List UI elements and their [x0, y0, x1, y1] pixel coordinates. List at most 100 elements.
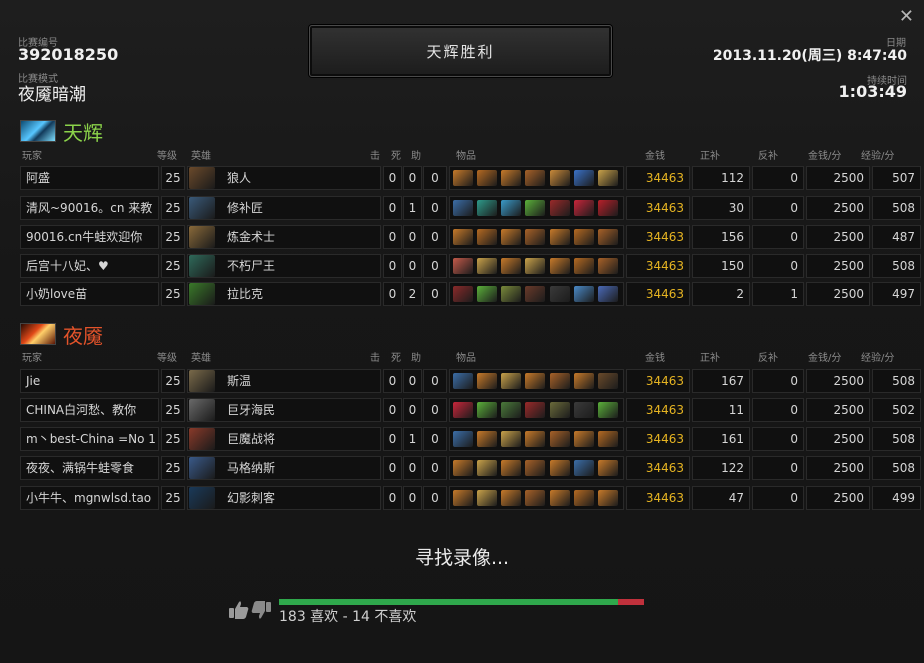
item-icon[interactable]	[477, 373, 497, 389]
cell-player[interactable]: 90016.cn牛蛙欢迎你	[20, 225, 159, 249]
item-icon[interactable]	[525, 286, 545, 302]
item-icon[interactable]	[477, 490, 497, 506]
item-icon[interactable]	[550, 286, 570, 302]
item-icon[interactable]	[550, 170, 570, 186]
cell-hero[interactable]: 不朽尸王	[187, 254, 381, 278]
cell-hero[interactable]: 幻影刺客	[187, 486, 381, 510]
item-icon[interactable]	[574, 490, 594, 506]
item-icon[interactable]	[598, 200, 618, 216]
close-icon[interactable]: ✕	[899, 6, 914, 27]
item-icon[interactable]	[453, 460, 473, 476]
item-icon[interactable]	[550, 490, 570, 506]
item-icon[interactable]	[574, 258, 594, 274]
player-row[interactable]: 小牛牛、mgnwlsd.tao 25 幻影刺客 0 0 0 34463 47 0 2500 499	[20, 486, 921, 510]
item-icon[interactable]	[550, 258, 570, 274]
player-row[interactable]: 小奶love苗 25 拉比克 0 2 0 34463 2 1 2500 497	[20, 282, 921, 306]
item-icon[interactable]	[598, 258, 618, 274]
item-icon[interactable]	[477, 170, 497, 186]
item-icon[interactable]	[525, 402, 545, 418]
item-icon[interactable]	[550, 373, 570, 389]
player-row[interactable]: 阿盛 25 狼人 0 0 0 34463 112 0 2500 507	[20, 166, 921, 190]
cell-player[interactable]: Jie	[20, 369, 159, 393]
item-icon[interactable]	[453, 286, 473, 302]
find-replay-status[interactable]: 寻找录像...	[0, 543, 924, 570]
item-icon[interactable]	[477, 200, 497, 216]
item-icon[interactable]	[525, 373, 545, 389]
cell-hero[interactable]: 修补匠	[187, 196, 381, 220]
item-icon[interactable]	[501, 460, 521, 476]
player-row[interactable]: CHINA白河愁、教你 25 巨牙海民 0 0 0 34463 11 0 2500 502	[20, 398, 921, 422]
item-icon[interactable]	[453, 258, 473, 274]
item-icon[interactable]	[550, 460, 570, 476]
item-icon[interactable]	[574, 229, 594, 245]
item-icon[interactable]	[574, 170, 594, 186]
cell-hero[interactable]: 炼金术士	[187, 225, 381, 249]
cell-player[interactable]: 清风~90016。cn 来教	[20, 196, 159, 220]
cell-hero[interactable]: 狼人	[187, 166, 381, 190]
player-row[interactable]: 夜夜、满锅牛蛙零食 25 马格纳斯 0 0 0 34463 122 0 2500 508	[20, 456, 921, 480]
cell-hero[interactable]: 巨牙海民	[187, 398, 381, 422]
item-icon[interactable]	[574, 431, 594, 447]
item-icon[interactable]	[525, 229, 545, 245]
item-icon[interactable]	[598, 431, 618, 447]
cell-player[interactable]: 小奶love苗	[20, 282, 159, 306]
item-icon[interactable]	[501, 229, 521, 245]
item-icon[interactable]	[550, 200, 570, 216]
item-icon[interactable]	[525, 170, 545, 186]
item-icon[interactable]	[574, 373, 594, 389]
item-icon[interactable]	[598, 286, 618, 302]
player-row[interactable]: 清风~90016。cn 来教 25 修补匠 0 1 0 34463 30 0 2500 508	[20, 196, 921, 220]
item-icon[interactable]	[525, 200, 545, 216]
item-icon[interactable]	[501, 200, 521, 216]
item-icon[interactable]	[525, 460, 545, 476]
cell-player[interactable]: 后宫十八妃、♥	[20, 254, 159, 278]
item-icon[interactable]	[574, 286, 594, 302]
item-icon[interactable]	[574, 460, 594, 476]
item-icon[interactable]	[477, 229, 497, 245]
cell-hero[interactable]: 马格纳斯	[187, 456, 381, 480]
item-icon[interactable]	[501, 170, 521, 186]
item-icon[interactable]	[501, 490, 521, 506]
item-icon[interactable]	[477, 460, 497, 476]
player-row[interactable]: 90016.cn牛蛙欢迎你 25 炼金术士 0 0 0 34463 156 0 2500 487	[20, 225, 921, 249]
item-icon[interactable]	[550, 402, 570, 418]
player-row[interactable]: Jie 25 斯温 0 0 0 34463 167 0 2500 508	[20, 369, 921, 393]
item-icon[interactable]	[574, 200, 594, 216]
cell-hero[interactable]: 拉比克	[187, 282, 381, 306]
item-icon[interactable]	[574, 402, 594, 418]
cell-player[interactable]: 阿盛	[20, 166, 159, 190]
item-icon[interactable]	[477, 431, 497, 447]
item-icon[interactable]	[453, 373, 473, 389]
item-icon[interactable]	[453, 200, 473, 216]
item-icon[interactable]	[598, 460, 618, 476]
item-icon[interactable]	[525, 490, 545, 506]
thumbs-up-icon[interactable]	[229, 601, 249, 619]
item-icon[interactable]	[598, 373, 618, 389]
item-icon[interactable]	[598, 229, 618, 245]
item-icon[interactable]	[550, 431, 570, 447]
cell-player[interactable]: CHINA白河愁、教你	[20, 398, 159, 422]
item-icon[interactable]	[501, 373, 521, 389]
item-icon[interactable]	[477, 286, 497, 302]
item-icon[interactable]	[525, 431, 545, 447]
item-icon[interactable]	[477, 402, 497, 418]
item-icon[interactable]	[501, 286, 521, 302]
item-icon[interactable]	[453, 402, 473, 418]
player-row[interactable]: m丶best-China =No 1 25 巨魔战将 0 1 0 34463 161 0 2500…	[20, 427, 921, 451]
item-icon[interactable]	[525, 258, 545, 274]
item-icon[interactable]	[598, 170, 618, 186]
item-icon[interactable]	[453, 229, 473, 245]
item-icon[interactable]	[477, 258, 497, 274]
item-icon[interactable]	[501, 431, 521, 447]
cell-hero[interactable]: 巨魔战将	[187, 427, 381, 451]
item-icon[interactable]	[453, 431, 473, 447]
thumbs-down-icon[interactable]	[251, 601, 271, 619]
item-icon[interactable]	[550, 229, 570, 245]
cell-player[interactable]: 夜夜、满锅牛蛙零食	[20, 456, 159, 480]
cell-player[interactable]: m丶best-China =No 1	[20, 427, 159, 451]
item-icon[interactable]	[453, 490, 473, 506]
item-icon[interactable]	[501, 258, 521, 274]
item-icon[interactable]	[598, 490, 618, 506]
item-icon[interactable]	[598, 402, 618, 418]
item-icon[interactable]	[453, 170, 473, 186]
